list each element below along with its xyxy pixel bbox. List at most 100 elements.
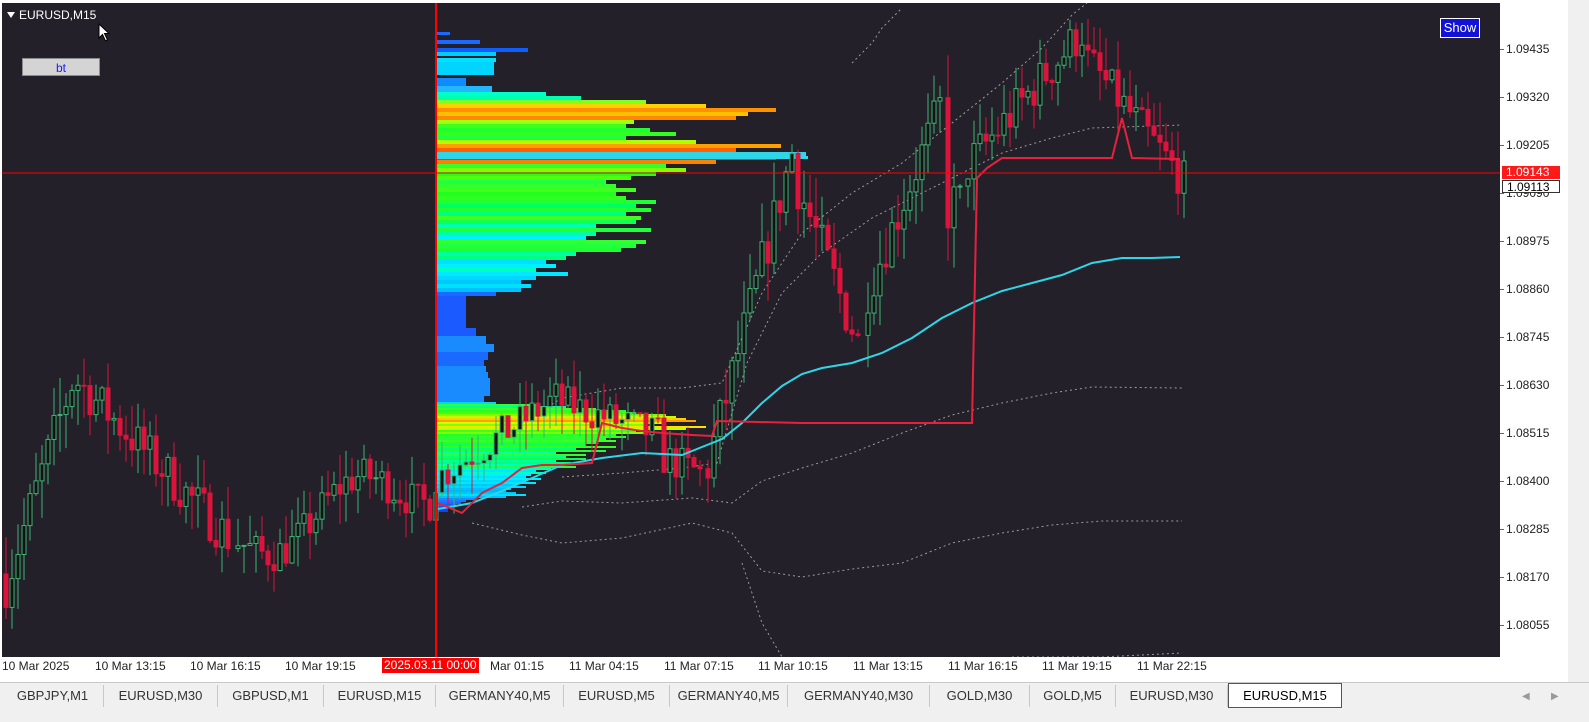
candle-bull xyxy=(45,438,51,465)
volume-profile-bar xyxy=(436,252,576,256)
candle-bear xyxy=(613,404,619,424)
candle-bear xyxy=(837,267,843,294)
moving-average-line xyxy=(437,256,1181,510)
volume-profile-bar xyxy=(436,232,596,236)
tab-scroll-left-icon[interactable]: ◀ xyxy=(1522,691,1530,702)
volume-profile-bar xyxy=(436,344,494,352)
volume-profile-bar xyxy=(436,304,466,312)
candle-bull xyxy=(1037,62,1043,106)
price-tick xyxy=(1500,625,1504,626)
volume-profile-bar xyxy=(436,312,466,320)
candle-bull xyxy=(241,544,247,547)
volume-profile-bar xyxy=(436,104,706,108)
candle-bull xyxy=(771,200,777,264)
candle-bear xyxy=(1091,49,1097,54)
price-tick-label: 1.08515 xyxy=(1506,426,1550,440)
candle-bull xyxy=(277,543,283,572)
candle-bull xyxy=(9,578,15,608)
chart-tab[interactable]: EURUSD,M30 xyxy=(1116,685,1228,707)
candle-bull xyxy=(1121,95,1127,107)
chart-tab[interactable]: EURUSD,M15 xyxy=(1228,683,1342,708)
volume-profile-bar xyxy=(436,496,506,498)
price-chart-svg[interactable] xyxy=(2,3,1500,657)
volume-profile-bar xyxy=(436,296,466,304)
candle-bear xyxy=(571,386,577,414)
volume-profile-bar xyxy=(436,462,571,464)
candle-bull xyxy=(1079,44,1085,57)
volume-profile-bar xyxy=(436,292,496,296)
price-tick-label: 1.09205 xyxy=(1506,138,1550,152)
price-tick-label: 1.08975 xyxy=(1506,234,1550,248)
candle-bull xyxy=(619,419,625,424)
chart-tab[interactable]: EURUSD,M15 xyxy=(324,685,436,707)
candle-bull xyxy=(789,152,795,173)
chart-tab[interactable]: GERMANY40,M5 xyxy=(436,685,564,707)
candle-bull xyxy=(301,513,307,524)
chart-plot-area[interactable]: EURUSD,M15 bt Show xyxy=(2,3,1500,657)
price-tick xyxy=(1500,97,1504,98)
candle-bull xyxy=(783,171,789,213)
volume-profile-bar xyxy=(436,264,556,268)
volume-profile-bar xyxy=(436,352,488,360)
price-axis[interactable]: 1.094351.093201.092051.090901.089751.088… xyxy=(1500,3,1568,657)
candle-bull xyxy=(595,409,601,429)
candle-bull xyxy=(631,412,637,415)
volume-profile-bar xyxy=(436,40,480,44)
candle-bear xyxy=(1019,88,1025,98)
volume-profile-bar xyxy=(436,168,686,172)
time-axis[interactable]: 10 Mar 2025 10 Mar 13:15 10 Mar 16:15 10 Ma… xyxy=(0,657,1500,679)
chart-tab[interactable]: GOLD,M5 xyxy=(1030,685,1116,707)
volume-profile-bar xyxy=(436,430,636,432)
candle-bear xyxy=(445,469,451,485)
price-tick-label: 1.08170 xyxy=(1506,570,1550,584)
candle-bull xyxy=(475,462,481,465)
candle-bull xyxy=(747,288,753,314)
chart-tab[interactable]: EURUSD,M5 xyxy=(564,685,670,707)
candle-bull xyxy=(93,399,99,416)
volume-poc-line xyxy=(436,156,808,159)
volume-profile-bar xyxy=(436,164,666,168)
volume-profile-bar xyxy=(436,336,486,344)
candle-bear xyxy=(81,384,87,387)
candle-bear xyxy=(691,457,697,468)
chart-menu-arrow-icon[interactable] xyxy=(7,12,15,18)
volume-profile-bar xyxy=(436,148,736,152)
show-button[interactable]: Show xyxy=(1440,18,1480,38)
candle-bear xyxy=(895,222,901,230)
volume-profile-bar xyxy=(436,196,626,200)
chart-tab[interactable]: GOLD,M30 xyxy=(930,685,1030,707)
candle-bull xyxy=(487,454,493,461)
candle-bull xyxy=(391,499,397,504)
time-tick-label: 10 Mar 2025 xyxy=(2,659,70,673)
candle-bear xyxy=(225,518,231,550)
chart-tab[interactable]: GBPJPY,M1 xyxy=(2,685,104,707)
chart-window[interactable]: EURUSD,M15 bt Show 1.09435 1.09320 1.09205… xyxy=(0,0,1568,682)
candle-bull xyxy=(951,186,957,229)
volume-profile-bar xyxy=(436,204,636,208)
volume-profile-bar xyxy=(436,472,546,474)
candle-bull xyxy=(69,389,75,408)
chart-tab[interactable]: GBPUSD,M1 xyxy=(218,685,324,707)
candle-bull xyxy=(801,202,807,210)
candle-bull xyxy=(1067,29,1073,58)
volume-profile-bar xyxy=(436,268,536,272)
candle-bull xyxy=(295,522,301,538)
volume-profile-bar xyxy=(436,152,806,156)
candle-bull xyxy=(253,536,259,544)
tab-scroll-right-icon[interactable]: ▶ xyxy=(1551,691,1559,702)
volume-profile-bar xyxy=(436,384,490,390)
bt-button[interactable]: bt xyxy=(22,58,100,76)
candle-bull xyxy=(463,461,469,466)
candle-bear xyxy=(271,564,277,572)
candle-bear xyxy=(1151,125,1157,136)
volume-profile-bar xyxy=(436,414,666,416)
chart-tab[interactable]: GERMANY40,M30 xyxy=(788,685,930,707)
candle-bear xyxy=(265,550,271,566)
price-tick xyxy=(1500,241,1504,242)
candle-bull xyxy=(889,222,895,268)
chart-tab[interactable]: EURUSD,M30 xyxy=(104,685,218,707)
price-tick xyxy=(1500,289,1504,290)
chart-tab[interactable]: GERMANY40,M5 xyxy=(670,685,788,707)
chart-tab-bar: ◀ ▶ GBPJPY,M1 EURUSD,M30 GBPUSD,M1 EURUSD,M… xyxy=(0,682,1589,709)
volume-profile-bar xyxy=(436,86,492,92)
